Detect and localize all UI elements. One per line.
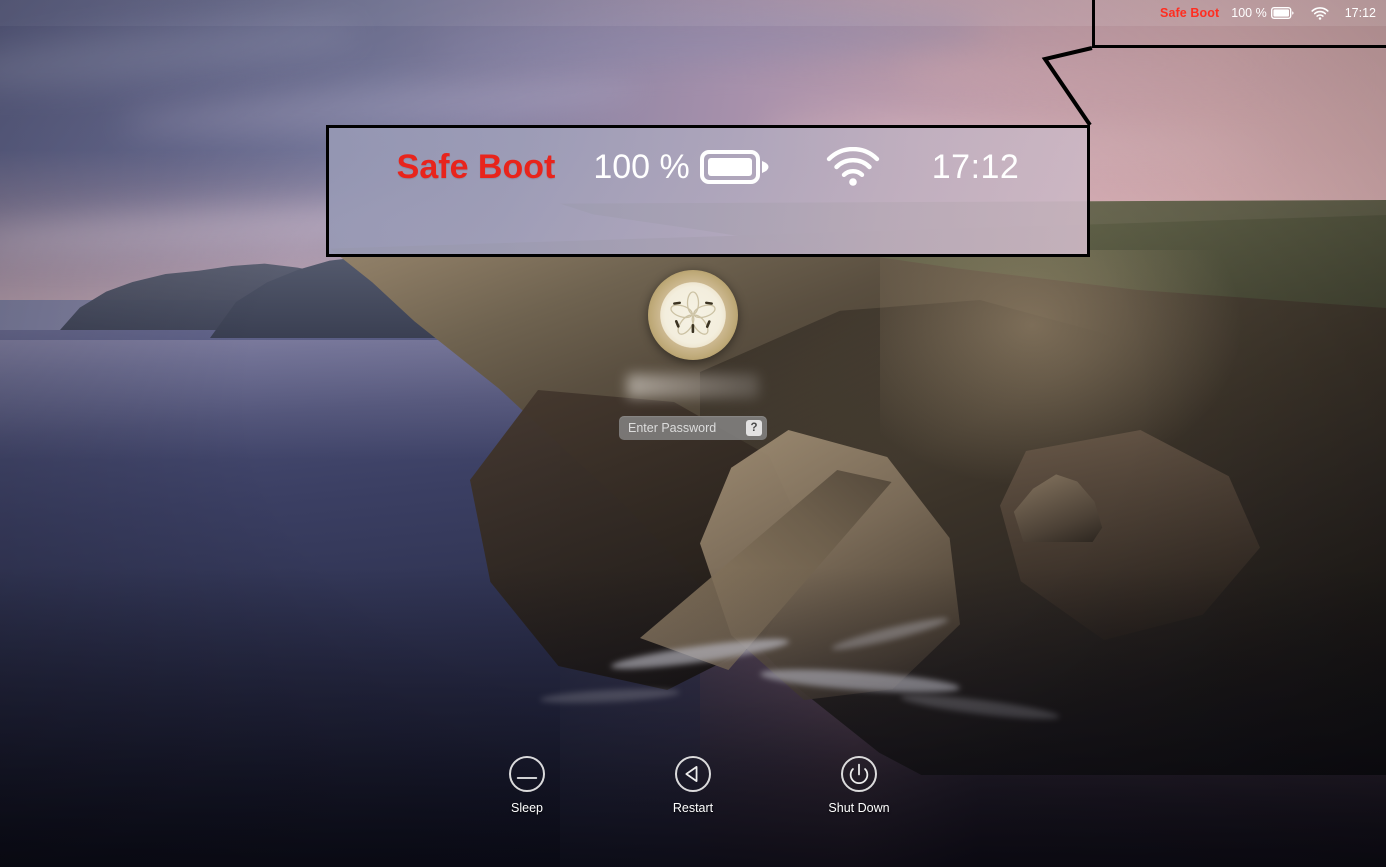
login-screen: Safe Boot 100 % 17:12 Safe Boot 100 % 17… [0, 0, 1386, 867]
wifi-full-icon[interactable] [1311, 6, 1329, 20]
username-label-redacted [627, 374, 759, 398]
shutdown-button[interactable]: Shut Down [815, 756, 903, 815]
power-actions: Sleep Restart Shut Down [0, 756, 1386, 815]
login-panel: Enter Password ? [0, 270, 1386, 440]
battery-full-icon [699, 149, 770, 185]
callout-menubar-row: Safe Boot 100 % 17:12 [329, 134, 1087, 200]
sleep-icon[interactable] [509, 756, 545, 792]
sand-dollar-avatar[interactable] [648, 270, 738, 360]
wallpaper-bottom-shadow [0, 567, 1386, 867]
shutdown-label: Shut Down [828, 801, 890, 815]
restart-label: Restart [672, 801, 714, 815]
callout-magnified-menubar: Safe Boot 100 % 17:12 [326, 125, 1090, 257]
sleep-label: Sleep [511, 801, 543, 815]
password-input[interactable]: Enter Password ? [619, 416, 767, 440]
callout-safe-boot-label: Safe Boot [396, 147, 556, 186]
callout-clock: 17:12 [931, 147, 1020, 186]
password-hint-button[interactable]: ? [746, 420, 762, 436]
menu-bar: Safe Boot 100 % 17:12 [0, 0, 1386, 26]
password-row: Enter Password ? [0, 416, 1386, 440]
password-placeholder: Enter Password [628, 421, 717, 435]
restart-icon[interactable] [675, 756, 711, 792]
sleep-button[interactable]: Sleep [483, 756, 571, 815]
callout-battery-percent: 100 % [593, 147, 690, 186]
restart-button[interactable]: Restart [649, 756, 737, 815]
menubar-battery-percent[interactable]: 100 % [1231, 6, 1266, 20]
sand-dollar-pattern [670, 291, 716, 335]
menubar-safe-boot-label: Safe Boot [1160, 6, 1220, 20]
power-icon[interactable] [841, 756, 877, 792]
battery-full-icon[interactable] [1270, 7, 1295, 19]
menubar-clock[interactable]: 17:12 [1345, 6, 1376, 20]
wifi-full-icon [826, 147, 880, 187]
